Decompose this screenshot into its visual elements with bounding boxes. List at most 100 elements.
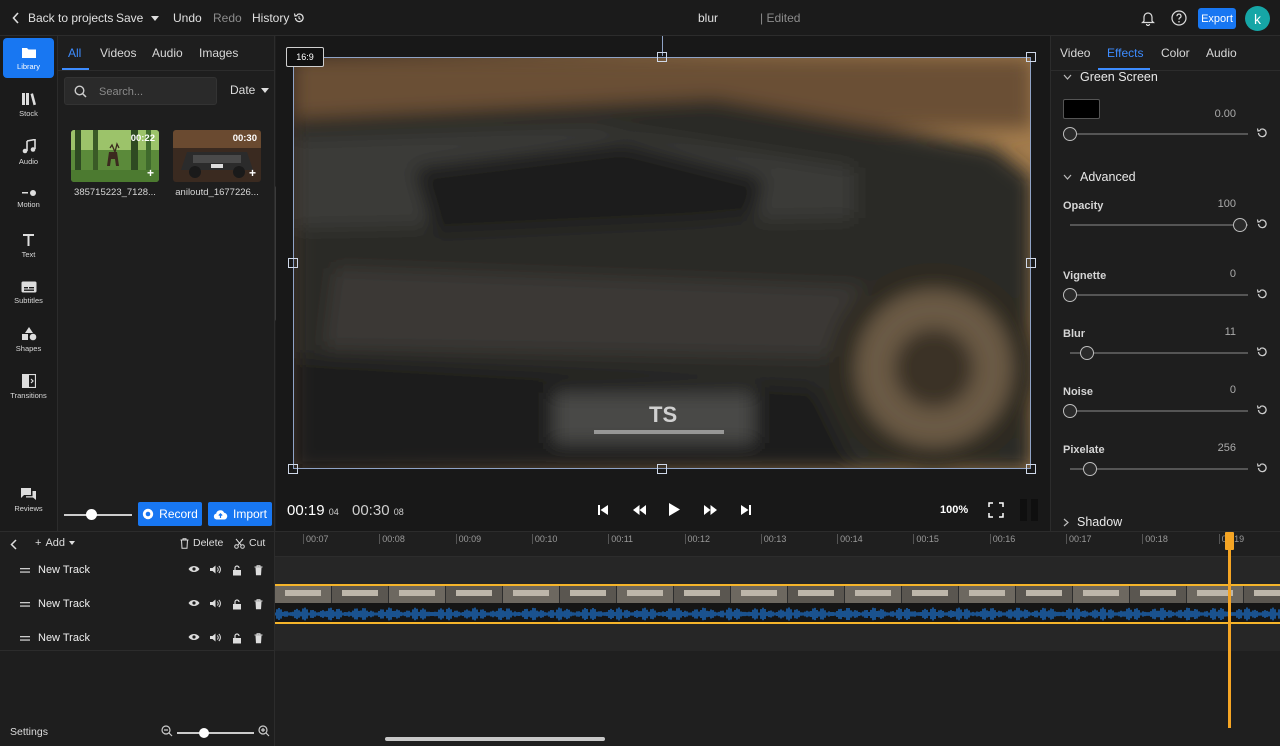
eye-icon[interactable] bbox=[188, 633, 200, 641]
add-to-timeline-icon[interactable]: + bbox=[249, 166, 256, 180]
save-button[interactable]: Save bbox=[116, 0, 143, 36]
rail-item-library[interactable]: Library bbox=[3, 38, 54, 78]
slider-knob[interactable] bbox=[1063, 288, 1077, 302]
drag-handle-icon[interactable] bbox=[20, 635, 30, 641]
rail-item-shapes[interactable]: Shapes bbox=[3, 320, 54, 360]
green-screen-header[interactable]: Green Screen bbox=[1063, 70, 1158, 84]
import-button[interactable]: Import bbox=[208, 502, 272, 526]
tab-all[interactable]: All bbox=[68, 36, 81, 70]
redo-button[interactable]: Redo bbox=[213, 0, 242, 36]
track-name[interactable]: New Track bbox=[38, 564, 90, 576]
resize-handle[interactable] bbox=[288, 258, 298, 268]
trash-icon[interactable] bbox=[254, 599, 263, 610]
slider-knob[interactable] bbox=[1063, 127, 1077, 141]
drag-handle-icon[interactable] bbox=[20, 601, 30, 607]
add-track-button[interactable]: + Add bbox=[35, 537, 76, 549]
rail-item-text[interactable]: Text bbox=[3, 226, 54, 266]
slider-track[interactable] bbox=[1070, 352, 1248, 354]
track-lane[interactable] bbox=[275, 557, 1280, 584]
record-button[interactable]: Record bbox=[138, 502, 202, 526]
save-options-dropdown[interactable] bbox=[151, 0, 159, 36]
slider-knob[interactable] bbox=[199, 728, 209, 738]
collapse-timeline-icon[interactable] bbox=[10, 539, 17, 550]
resize-handle[interactable] bbox=[1026, 464, 1036, 474]
fullscreen-icon[interactable] bbox=[988, 502, 1004, 518]
reset-icon[interactable] bbox=[1256, 127, 1268, 139]
thumbnail-size-slider[interactable] bbox=[64, 514, 132, 516]
aspect-ratio-button[interactable]: 16:9 bbox=[286, 47, 324, 67]
eye-icon[interactable] bbox=[188, 565, 200, 573]
slider-knob[interactable] bbox=[1083, 462, 1097, 476]
volume-icon[interactable] bbox=[210, 599, 221, 608]
avatar[interactable]: k bbox=[1245, 6, 1270, 31]
tab-audio[interactable]: Audio bbox=[152, 36, 183, 70]
lock-icon[interactable] bbox=[232, 599, 242, 610]
reset-icon[interactable] bbox=[1256, 288, 1268, 300]
resize-handle[interactable] bbox=[657, 464, 667, 474]
time-ruler[interactable]: 00:07 00:08 00:09 00:10 00:11 00:12 00:13 00:14… bbox=[275, 532, 1280, 556]
undo-button[interactable]: Undo bbox=[173, 0, 202, 36]
track-name[interactable]: New Track bbox=[38, 632, 90, 644]
video-clip[interactable] bbox=[275, 584, 1280, 624]
resize-handle[interactable] bbox=[1026, 258, 1036, 268]
slider-knob[interactable] bbox=[1080, 346, 1094, 360]
rewind-icon[interactable] bbox=[633, 505, 646, 515]
trash-icon[interactable] bbox=[254, 633, 263, 644]
rail-item-audio[interactable]: Audio bbox=[3, 132, 54, 172]
delete-button[interactable]: Delete bbox=[180, 537, 223, 549]
playhead[interactable] bbox=[1228, 532, 1231, 728]
bell-icon[interactable] bbox=[1140, 10, 1156, 26]
shadow-header[interactable]: Shadow bbox=[1063, 515, 1122, 529]
tab-videos[interactable]: Videos bbox=[100, 36, 136, 70]
media-item[interactable]: 00:30 + aniloutd_1677226... bbox=[173, 130, 261, 198]
reset-icon[interactable] bbox=[1256, 346, 1268, 358]
rail-item-reviews[interactable]: Reviews bbox=[3, 480, 54, 520]
slider-knob[interactable] bbox=[1063, 404, 1077, 418]
rail-item-stock[interactable]: Stock bbox=[3, 85, 54, 125]
reset-icon[interactable] bbox=[1256, 404, 1268, 416]
play-icon[interactable] bbox=[669, 503, 680, 516]
resize-handle[interactable] bbox=[657, 52, 667, 62]
track-name[interactable]: New Track bbox=[38, 598, 90, 610]
trash-icon[interactable] bbox=[254, 565, 263, 576]
timeline-zoom-slider[interactable] bbox=[177, 732, 254, 734]
cut-button[interactable]: Cut bbox=[234, 537, 265, 549]
tab-video[interactable]: Video bbox=[1060, 36, 1090, 69]
slider-knob[interactable] bbox=[1233, 218, 1247, 232]
green-screen-slider[interactable] bbox=[1070, 133, 1248, 135]
back-to-projects-link[interactable]: Back to projects bbox=[12, 0, 113, 36]
search-input[interactable] bbox=[99, 84, 209, 100]
rail-item-motion[interactable]: Motion bbox=[3, 179, 54, 219]
settings-link[interactable]: Settings bbox=[10, 726, 48, 738]
advanced-header[interactable]: Advanced bbox=[1063, 170, 1136, 184]
pause-bars-icon[interactable] bbox=[1020, 499, 1040, 521]
reset-icon[interactable] bbox=[1256, 218, 1268, 230]
media-item[interactable]: 00:22 + 385715223_7128... bbox=[71, 130, 159, 198]
zoom-out-icon[interactable] bbox=[161, 725, 173, 737]
tab-color[interactable]: Color bbox=[1161, 36, 1190, 69]
lock-icon[interactable] bbox=[232, 633, 242, 644]
project-title[interactable]: blur bbox=[698, 0, 718, 36]
search-box[interactable] bbox=[64, 77, 217, 105]
history-button[interactable]: History bbox=[252, 0, 305, 36]
add-to-timeline-icon[interactable]: + bbox=[147, 166, 154, 180]
zoom-in-icon[interactable] bbox=[258, 725, 270, 737]
timeline-scrollbar[interactable] bbox=[385, 737, 605, 741]
tab-audio[interactable]: Audio bbox=[1206, 36, 1237, 69]
track-lane[interactable] bbox=[275, 624, 1280, 651]
slider-track[interactable] bbox=[1070, 410, 1248, 412]
resize-handle[interactable] bbox=[1026, 52, 1036, 62]
skip-to-start-icon[interactable] bbox=[598, 504, 608, 516]
fast-forward-icon[interactable] bbox=[704, 505, 717, 515]
tab-effects[interactable]: Effects bbox=[1107, 36, 1143, 69]
drag-handle-icon[interactable] bbox=[20, 567, 30, 573]
resize-handle[interactable] bbox=[288, 464, 298, 474]
slider-track[interactable] bbox=[1070, 224, 1248, 226]
volume-icon[interactable] bbox=[210, 565, 221, 574]
slider-knob[interactable] bbox=[86, 509, 97, 520]
video-canvas[interactable]: TS bbox=[293, 57, 1031, 469]
export-button[interactable]: Export bbox=[1198, 8, 1236, 29]
eye-icon[interactable] bbox=[188, 599, 200, 607]
zoom-level[interactable]: 100% bbox=[940, 504, 968, 516]
rail-item-transitions[interactable]: Transitions bbox=[3, 367, 54, 407]
